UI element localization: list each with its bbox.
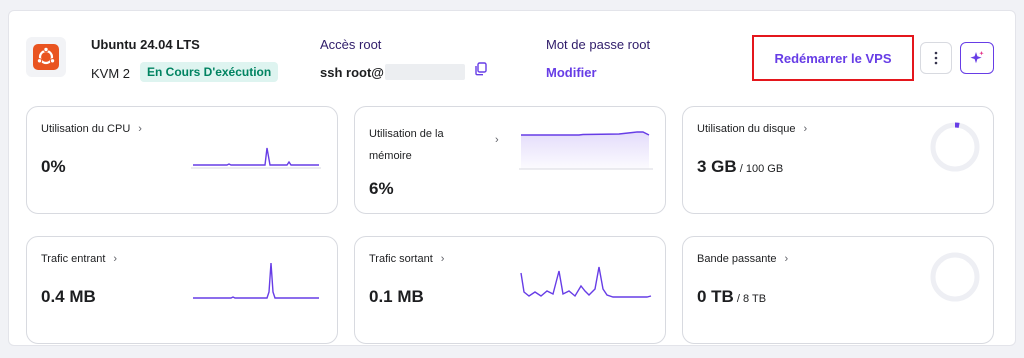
disk-usage-ring: [930, 122, 980, 172]
cpu-usage-card[interactable]: Utilisation du CPU › 0%: [26, 106, 338, 214]
memory-usage-value: 6%: [369, 179, 394, 198]
incoming-traffic-value: 0.4 MB: [41, 287, 96, 306]
chevron-right-icon: ›: [138, 123, 142, 135]
incoming-traffic-card[interactable]: Trafic entrant › 0.4 MB: [26, 236, 338, 344]
chevron-right-icon: ›: [440, 253, 445, 265]
outgoing-traffic-label: Trafic sortant: [369, 253, 433, 265]
bandwidth-value: 0 TB / 8 TB: [697, 287, 767, 306]
disk-usage-label: Utilisation du disque: [697, 123, 796, 135]
outgoing-traffic-value: 0.1 MB: [369, 287, 424, 306]
cpu-usage-value: 0%: [41, 157, 66, 176]
status-badge: En Cours D'exécution: [140, 62, 279, 82]
memory-sparkline: [519, 131, 653, 170]
disk-usage-value: 3 GB / 100 GB: [697, 157, 784, 176]
disk-usage-title: Utilisation du disque ›: [697, 123, 807, 135]
incoming-traffic-title: Trafic entrant ›: [41, 253, 117, 265]
bandwidth-ring: [930, 252, 980, 302]
plan-name: KVM 2: [91, 66, 131, 81]
ssh-command-text: ssh root@: [320, 64, 384, 80]
bandwidth-title: Bande passante ›: [697, 253, 788, 265]
copy-icon[interactable]: [474, 62, 488, 76]
more-options-button[interactable]: [920, 42, 952, 74]
chevron-right-icon: ›: [784, 253, 789, 265]
outgoing-traffic-sparkline: [520, 266, 652, 298]
chevron-right-icon: ›: [113, 253, 118, 265]
ssh-command[interactable]: ssh root@: [320, 64, 465, 80]
memory-usage-label-2: mémoire: [369, 150, 412, 162]
disk-usage-card[interactable]: Utilisation du disque › 3 GB / 100 GB: [682, 106, 994, 214]
cpu-sparkline: [191, 147, 321, 169]
sparkle-icon: [970, 51, 984, 64]
restart-vps-button[interactable]: Redémarrer le VPS: [752, 35, 914, 81]
restart-vps-label: Redémarrer le VPS: [774, 50, 892, 66]
ai-assistant-button[interactable]: [960, 42, 994, 74]
modify-password-link[interactable]: Modifier: [546, 65, 597, 80]
outgoing-traffic-card[interactable]: Trafic sortant › 0.1 MB: [354, 236, 666, 344]
chevron-right-icon: ›: [803, 123, 808, 135]
outgoing-traffic-title: Trafic sortant ›: [369, 253, 444, 265]
root-access-label: Accès root: [320, 37, 382, 52]
incoming-traffic-label: Trafic entrant: [41, 253, 106, 265]
cpu-usage-label: Utilisation du CPU: [41, 123, 131, 135]
cpu-usage-title: Utilisation du CPU ›: [41, 123, 142, 135]
bandwidth-label: Bande passante: [697, 253, 777, 265]
memory-usage-title: Utilisation de la mémoire: [369, 123, 489, 167]
masked-ip: [384, 64, 465, 80]
os-title: Ubuntu 24.04 LTS: [91, 37, 200, 52]
incoming-traffic-sparkline: [193, 262, 319, 299]
bandwidth-card[interactable]: Bande passante › 0 TB / 8 TB: [682, 236, 994, 344]
chevron-right-icon: ›: [495, 134, 499, 146]
memory-usage-label: Utilisation de la: [369, 128, 444, 140]
more-vertical-icon: [934, 51, 938, 65]
memory-usage-card[interactable]: Utilisation de la mémoire › 6%: [354, 106, 666, 214]
root-password-label: Mot de passe root: [546, 37, 651, 52]
ubuntu-logo-icon: [26, 37, 66, 77]
